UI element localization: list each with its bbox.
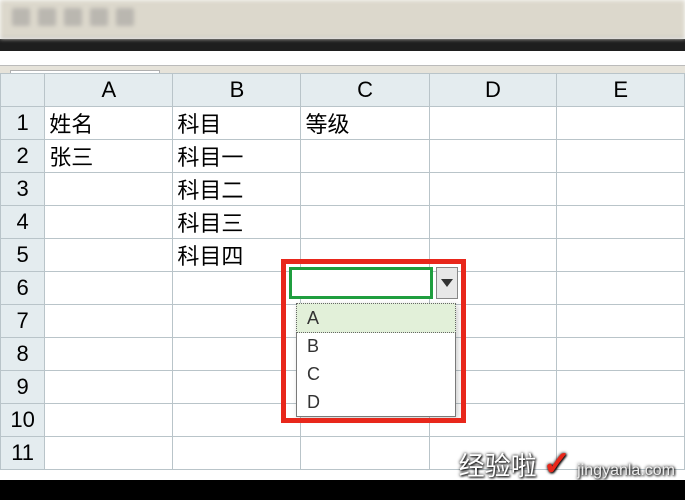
row-header-10[interactable]: 10: [1, 404, 45, 437]
cell-C3[interactable]: [301, 173, 429, 206]
cell-E4[interactable]: [557, 206, 685, 239]
cell-A1[interactable]: 姓名: [45, 107, 173, 140]
row-header-9[interactable]: 9: [1, 371, 45, 404]
cell-A4[interactable]: [45, 206, 173, 239]
cell-B2[interactable]: 科目一: [173, 140, 301, 173]
cell-E5[interactable]: [557, 239, 685, 272]
col-header-E[interactable]: E: [557, 74, 685, 107]
cell-E10[interactable]: [557, 404, 685, 437]
chevron-down-icon: [441, 279, 453, 287]
col-header-B[interactable]: B: [173, 74, 301, 107]
row-header-6[interactable]: 6: [1, 272, 45, 305]
cell-D2[interactable]: [429, 140, 557, 173]
dropdown-option-D[interactable]: D: [297, 388, 455, 416]
row-header-7[interactable]: 7: [1, 305, 45, 338]
cell-A10[interactable]: [45, 404, 173, 437]
cell-C2[interactable]: [301, 140, 429, 173]
cell-B10[interactable]: [173, 404, 301, 437]
dropdown-option-B[interactable]: B: [297, 332, 455, 360]
cell-B1[interactable]: 科目: [173, 107, 301, 140]
cell-D3[interactable]: [429, 173, 557, 206]
active-cell-outline[interactable]: [289, 267, 433, 299]
cell-D4[interactable]: [429, 206, 557, 239]
col-header-A[interactable]: A: [45, 74, 173, 107]
cell-B6[interactable]: [173, 272, 301, 305]
cell-E1[interactable]: [557, 107, 685, 140]
row-header-4[interactable]: 4: [1, 206, 45, 239]
select-all-corner[interactable]: [1, 74, 45, 107]
col-header-C[interactable]: C: [301, 74, 429, 107]
row-header-5[interactable]: 5: [1, 239, 45, 272]
cell-A9[interactable]: [45, 371, 173, 404]
cell-C11[interactable]: [301, 437, 429, 470]
ribbon-divider: [0, 39, 685, 51]
cell-E9[interactable]: [557, 371, 685, 404]
row-header-3[interactable]: 3: [1, 173, 45, 206]
cell-A6[interactable]: [45, 272, 173, 305]
cell-B8[interactable]: [173, 338, 301, 371]
cell-A3[interactable]: [45, 173, 173, 206]
cell-B3[interactable]: 科目二: [173, 173, 301, 206]
toolbar-blurred: [0, 0, 685, 39]
cell-A7[interactable]: [45, 305, 173, 338]
cell-E6[interactable]: [557, 272, 685, 305]
data-validation-dropdown-arrow[interactable]: [436, 267, 458, 299]
cell-A2[interactable]: 张三: [45, 140, 173, 173]
row-header-8[interactable]: 8: [1, 338, 45, 371]
cell-A8[interactable]: [45, 338, 173, 371]
cell-B9[interactable]: [173, 371, 301, 404]
watermark-url: jingyanla.com: [577, 462, 675, 480]
watermark-text: 经验啦: [459, 446, 537, 483]
col-header-D[interactable]: D: [429, 74, 557, 107]
watermark: 经验啦 ✓ jingyanla.com: [459, 444, 675, 484]
cell-A5[interactable]: [45, 239, 173, 272]
row-header-11[interactable]: 11: [1, 437, 45, 470]
check-icon: ✓: [543, 444, 572, 484]
cell-B5[interactable]: 科目四: [173, 239, 301, 272]
spreadsheet-grid[interactable]: A B C D E 1 姓名 科目 等级 2 张三 科目一: [0, 103, 685, 481]
data-validation-dropdown-list[interactable]: A B C D: [296, 303, 456, 417]
cell-E2[interactable]: [557, 140, 685, 173]
cell-E7[interactable]: [557, 305, 685, 338]
row-header-1[interactable]: 1: [1, 107, 45, 140]
cell-B11[interactable]: [173, 437, 301, 470]
row-header-2[interactable]: 2: [1, 140, 45, 173]
cell-E8[interactable]: [557, 338, 685, 371]
cell-C4[interactable]: [301, 206, 429, 239]
ribbon-edge: [0, 51, 685, 65]
cell-B4[interactable]: 科目三: [173, 206, 301, 239]
dropdown-option-C[interactable]: C: [297, 360, 455, 388]
cell-A11[interactable]: [45, 437, 173, 470]
cell-C1[interactable]: 等级: [301, 107, 429, 140]
cell-E3[interactable]: [557, 173, 685, 206]
cell-B7[interactable]: [173, 305, 301, 338]
dropdown-option-A[interactable]: A: [296, 303, 456, 333]
cell-D1[interactable]: [429, 107, 557, 140]
